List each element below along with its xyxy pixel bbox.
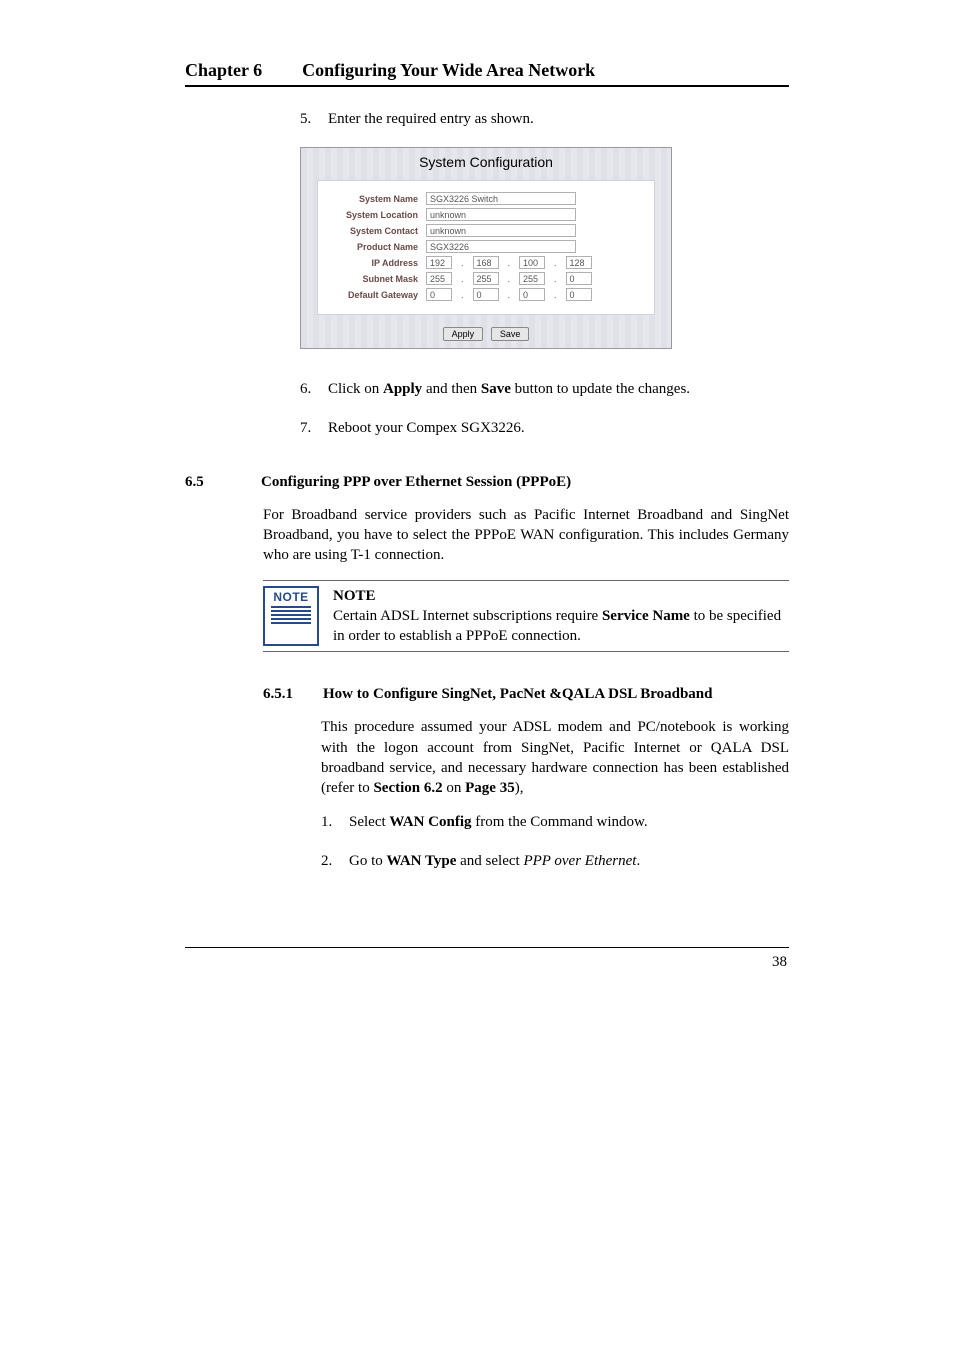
chapter-label: Chapter 6	[185, 60, 262, 81]
label-system-contact: System Contact	[332, 226, 418, 236]
label-subnet-mask: Subnet Mask	[332, 274, 418, 284]
save-button[interactable]: Save	[491, 327, 530, 341]
step-5: 5. Enter the required entry as shown.	[300, 109, 789, 129]
label-default-gateway: Default Gateway	[332, 290, 418, 300]
label-system-name: System Name	[332, 194, 418, 204]
step-text: Reboot your Compex SGX3226.	[328, 418, 789, 438]
step-number: 6.	[300, 379, 328, 399]
row-subnet-mask: Subnet Mask 255. 255. 255. 0	[332, 272, 640, 285]
label-ip-address: IP Address	[332, 258, 418, 268]
ip-dot-icon: .	[461, 290, 464, 300]
step-number: 2.	[321, 851, 349, 871]
subsection-steps: 1. Select WAN Config from the Command wi…	[321, 812, 789, 871]
subsection-title: How to Configure SingNet, PacNet &QALA D…	[323, 686, 712, 703]
figure-form: System Name SGX3226 Switch System Locati…	[317, 180, 655, 315]
input-product-name[interactable]: SGX3226	[426, 240, 576, 253]
apply-button[interactable]: Apply	[443, 327, 484, 341]
subsection-paragraph: This procedure assumed your ADSL modem a…	[321, 717, 789, 798]
system-config-figure: System Configuration System Name SGX3226…	[300, 147, 672, 349]
subsection-heading: 6.5.1 How to Configure SingNet, PacNet &…	[263, 686, 789, 703]
step-text: Select WAN Config from the Command windo…	[349, 812, 648, 832]
footer-rule	[185, 947, 789, 948]
step-number: 5.	[300, 109, 328, 129]
top-steps: 5. Enter the required entry as shown.	[300, 109, 789, 129]
ip-dot-icon: .	[554, 290, 557, 300]
input-gw-1[interactable]: 0	[426, 288, 452, 301]
subsection-number: 6.5.1	[263, 686, 293, 703]
label-product-name: Product Name	[332, 242, 418, 252]
row-ip-address: IP Address 192. 168. 100. 128	[332, 256, 640, 269]
note-box: NOTE NOTE Certain ADSL Internet subscrip…	[263, 580, 789, 653]
step-6: 6. Click on Apply and then Save button t…	[300, 379, 789, 399]
input-gw-4[interactable]: 0	[566, 288, 592, 301]
ip-dot-icon: .	[554, 274, 557, 284]
sub-step-1: 1. Select WAN Config from the Command wi…	[321, 812, 789, 832]
ip-dot-icon: .	[461, 274, 464, 284]
input-system-contact[interactable]: unknown	[426, 224, 576, 237]
input-ip-1[interactable]: 192	[426, 256, 452, 269]
chapter-title: Configuring Your Wide Area Network	[302, 60, 595, 81]
sub-step-2: 2. Go to WAN Type and select PPP over Et…	[321, 851, 789, 871]
step-text: Enter the required entry as shown.	[328, 109, 789, 129]
ip-dot-icon: .	[508, 258, 511, 268]
step-text: Go to WAN Type and select PPP over Ether…	[349, 851, 640, 871]
input-system-name[interactable]: SGX3226 Switch	[426, 192, 576, 205]
section-paragraph: For Broadband service providers such as …	[263, 505, 789, 566]
input-mask-2[interactable]: 255	[473, 272, 499, 285]
input-mask-1[interactable]: 255	[426, 272, 452, 285]
note-icon: NOTE	[263, 586, 319, 647]
input-gw-2[interactable]: 0	[473, 288, 499, 301]
page-number: 38	[185, 954, 789, 971]
note-body: NOTE Certain ADSL Internet subscriptions…	[333, 586, 789, 647]
note-heading: NOTE	[333, 588, 376, 604]
row-system-name: System Name SGX3226 Switch	[332, 192, 640, 205]
page-header: Chapter 6 Configuring Your Wide Area Net…	[185, 60, 789, 81]
note-icon-label: NOTE	[267, 590, 315, 604]
input-ip-2[interactable]: 168	[473, 256, 499, 269]
input-mask-3[interactable]: 255	[519, 272, 545, 285]
ip-dot-icon: .	[554, 258, 557, 268]
input-mask-4[interactable]: 0	[566, 272, 592, 285]
label-system-location: System Location	[332, 210, 418, 220]
section-title: Configuring PPP over Ethernet Session (P…	[261, 474, 571, 491]
mid-steps: 6. Click on Apply and then Save button t…	[300, 379, 789, 438]
ip-dot-icon: .	[508, 274, 511, 284]
row-product-name: Product Name SGX3226	[332, 240, 640, 253]
figure-title: System Configuration	[301, 148, 671, 180]
input-ip-4[interactable]: 128	[566, 256, 592, 269]
row-default-gateway: Default Gateway 0. 0. 0. 0	[332, 288, 640, 301]
input-system-location[interactable]: unknown	[426, 208, 576, 221]
row-system-contact: System Contact unknown	[332, 224, 640, 237]
step-text: Click on Apply and then Save button to u…	[328, 379, 789, 399]
input-ip-3[interactable]: 100	[519, 256, 545, 269]
section-heading: 6.5 Configuring PPP over Ethernet Sessio…	[185, 474, 789, 491]
step-number: 7.	[300, 418, 328, 438]
input-gw-3[interactable]: 0	[519, 288, 545, 301]
note-lines-icon	[267, 606, 315, 626]
header-rule	[185, 85, 789, 87]
step-number: 1.	[321, 812, 349, 832]
ip-dot-icon: .	[508, 290, 511, 300]
section-number: 6.5	[185, 474, 221, 491]
step-7: 7. Reboot your Compex SGX3226.	[300, 418, 789, 438]
ip-dot-icon: .	[461, 258, 464, 268]
row-system-location: System Location unknown	[332, 208, 640, 221]
